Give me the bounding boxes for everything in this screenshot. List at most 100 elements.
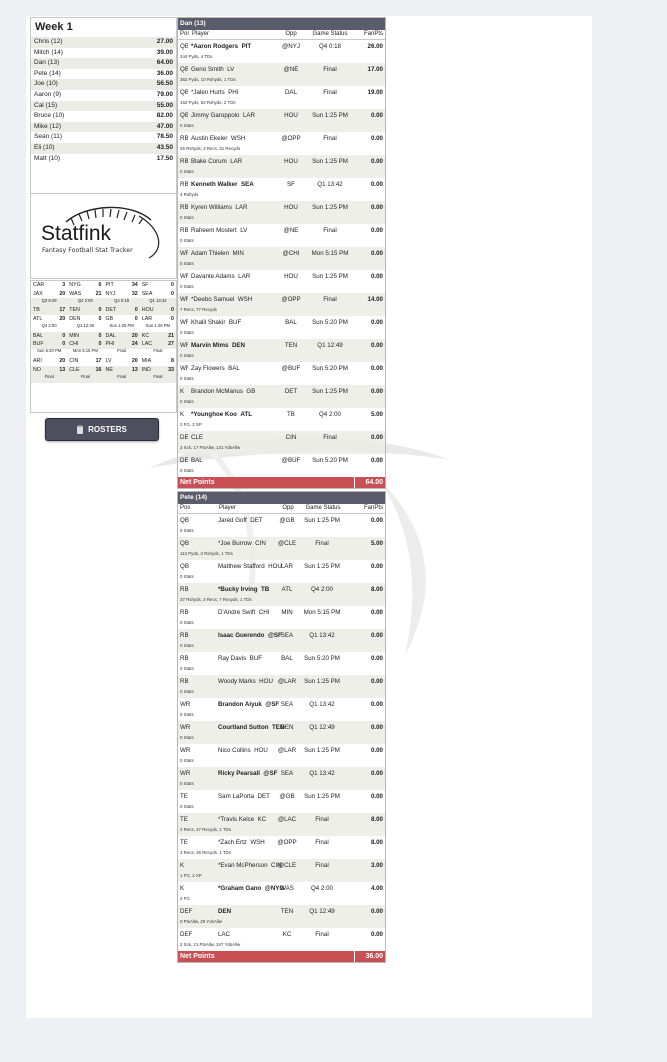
player-row[interactable]: WR Brandon Aiyuk @SF SEA Q1 13:42 0.00 0 Stat…: [178, 698, 385, 721]
team-score[interactable]: TB 17: [31, 306, 67, 315]
player-row[interactable]: DEFBAL @BUF Sun 5:20 PM 0.00 0 Stats: [178, 454, 385, 477]
player-row[interactable]: WRKhalil Shakir BUF BAL Sun 5:20 PM 0.00 0 S…: [178, 316, 385, 339]
team-points: 32: [131, 290, 138, 297]
player-row[interactable]: RB Isaac Guerendo @SF SEA Q1 13:42 0.00 0 Sta…: [178, 629, 385, 652]
player-row[interactable]: TE Sam LaPorta DET @GB Sun 1:25 PM 0.00 0 Sta…: [178, 790, 385, 813]
player-opponent: HOU: [284, 112, 298, 119]
player-row[interactable]: RB Kenneth Walker SEA SF Q1 13:42 0.00 4 Rshy…: [178, 178, 385, 201]
player-name: Brandon McManus: [191, 388, 243, 395]
player-row[interactable]: TE *Travis Kelce KC @LAC Final 8.00 2 Recs, 4…: [178, 813, 385, 836]
player-name: Zay Flowers: [191, 365, 225, 372]
game-status: Q1 13:42: [149, 297, 167, 303]
player-row[interactable]: TE *Zach Ertz WSH @OPP Final 8.00 3 Recs, 26 …: [178, 836, 385, 859]
standings-row[interactable]: Joe (10) 56.50: [31, 79, 176, 90]
player-row[interactable]: DEF DEN TEN Q1 12:49 0.00 0 PtsAllw, 29 YdsA…: [178, 905, 385, 928]
team-abbr: BAL: [33, 332, 44, 339]
game-status: Final: [315, 862, 329, 869]
player-row[interactable]: QB *Aaron Rodgers PIT @NYJ Q4 0:18 26.00 244 …: [178, 40, 385, 63]
fantasy-points: 14.00: [367, 296, 383, 303]
owner-name: Eli (10): [34, 143, 55, 151]
team-score[interactable]: TEN 0: [67, 306, 103, 315]
standings-row[interactable]: Dan (13) 64.00: [31, 58, 176, 69]
player-opponent: ATL: [281, 586, 293, 593]
team-score[interactable]: DAL 20: [104, 332, 140, 341]
player-row[interactable]: K *Evan McPherson CIN @CLE Final 3.00 1 FG, 2…: [178, 859, 385, 882]
game-status: Sun 5:20 PM: [312, 365, 348, 372]
fantasy-points: 8.00: [370, 586, 383, 593]
player-row[interactable]: RB Austin Ekeler WSH @OPP Final 0.00 26 Rshyd…: [178, 132, 385, 155]
team-score[interactable]: ARI 20: [31, 357, 67, 366]
player-row[interactable]: K *Younghoe Koo ATL TB Q4 2:00 5.00 2 FG, 2 X…: [178, 408, 385, 431]
col-opp: Opp: [282, 505, 294, 511]
player-row[interactable]: QB Matthew Stafford HOU LAR Sun 1:25 PM 0.00…: [178, 560, 385, 583]
player-row[interactable]: WRZay Flowers BAL @BUF Sun 5:20 PM 0.00 0 St…: [178, 362, 385, 385]
owner-score: 47.00: [156, 122, 173, 130]
team-title: Dan (13): [178, 18, 385, 30]
player-row[interactable]: K Brandon McManus GB DET Sun 1:25 PM 0.00 0 S…: [178, 385, 385, 408]
team-score[interactable]: CIN 17: [67, 357, 103, 366]
player-row[interactable]: RB Raheem Mostert LV @NE Final 0.00 0 Stats: [178, 224, 385, 247]
player-row[interactable]: K *Graham Gano @NYG WAS Q4 2:00 4.00 2 FG: [178, 882, 385, 905]
team-points: 13: [59, 366, 66, 373]
standings-row[interactable]: Bruce (10) 82.00: [31, 111, 176, 122]
game-status: Sun 1:25 PM: [312, 112, 348, 119]
player-row[interactable]: RB Kyren Williams LAR HOU Sun 1:25 PM 0.00 0 …: [178, 201, 385, 224]
player-row[interactable]: QB *Jalen Hurts PHI DAL Final 19.00 152 Pyds,…: [178, 86, 385, 109]
player-name: Brandon Aiyuk: [218, 701, 262, 708]
game-status: Final: [323, 89, 337, 96]
player-name: LAC: [218, 931, 231, 938]
player-opponent: @OPP: [277, 839, 297, 846]
player-opponent: LAR: [280, 563, 294, 570]
team-score[interactable]: MIN 0: [67, 332, 103, 341]
player-row[interactable]: WR Nico Collins HOU @LAR Sun 1:25 PM 0.00 0 S…: [178, 744, 385, 767]
standings-row[interactable]: Eli (10) 43.50: [31, 142, 176, 154]
fantasy-points: 0.00: [370, 678, 383, 685]
standings-row[interactable]: Sean (11) 78.50: [31, 132, 176, 143]
team-score[interactable]: CAR 3: [31, 281, 67, 290]
player-opponent: @OPP: [281, 296, 301, 303]
player-row[interactable]: RB *Bucky Irving TB ATL Q4 2:00 8.00 37 Rshyd…: [178, 583, 385, 606]
player-row[interactable]: RB Woody Marks HOU @LAR Sun 1:25 PM 0.00 0 St…: [178, 675, 385, 698]
team-score[interactable]: SF 0: [140, 281, 176, 290]
player-row[interactable]: DEF LAC KC Final 0.00 2 Sck, 21 PtsAllw, 347…: [178, 928, 385, 951]
player-row[interactable]: WR*Deebo Samuel WSH @OPP Final 14.00 7 Recs,…: [178, 293, 385, 316]
standings-row[interactable]: Mitch (14) 39.00: [31, 48, 176, 59]
player-row[interactable]: RB D'Andre Swift CHI MIN Mon 5:15 PM 0.00 0 S…: [178, 606, 385, 629]
rosters-button[interactable]: ROSTERS: [45, 418, 159, 441]
player-nfl-team: CHI: [258, 609, 270, 616]
team-score[interactable]: LV 20: [104, 357, 140, 366]
player-position: RB: [180, 655, 189, 662]
player-stat-line: 7 Recs, 77 Recyds: [180, 307, 217, 312]
player-row[interactable]: QB Geno Smith LV @NE Final 17.00 362 Pyds, 10…: [178, 63, 385, 86]
standings-row[interactable]: Pete (14) 36.00: [31, 69, 176, 80]
player-row[interactable]: WRDavante Adams LAR HOU Sun 1:25 PM 0.00 0 S…: [178, 270, 385, 293]
player-row[interactable]: WR Ricky Pearsall @SF SEA Q1 13:42 0.00 0 Sta…: [178, 767, 385, 790]
standings-row[interactable]: Aaron (9) 79.00: [31, 90, 176, 101]
team-score[interactable]: DET 0: [104, 306, 140, 315]
player-row[interactable]: WR Courtland Sutton TEN DEN Q1 12:49 0.00 0 S…: [178, 721, 385, 744]
team-points: 16: [95, 366, 102, 373]
player-row[interactable]: QB Jimmy Garoppolo LAR HOU Sun 1:25 PM 0.00 0…: [178, 109, 385, 132]
standings-row[interactable]: Matt (10) 17.50: [31, 154, 176, 165]
fantasy-points: 0.00: [370, 342, 383, 349]
player-row[interactable]: DEFCLE CIN Final 0.00 3 Sck, 17 PtsAllw, 14…: [178, 431, 385, 454]
team-score[interactable]: NYG 6: [67, 281, 103, 290]
team-score[interactable]: BAL 0: [31, 332, 67, 341]
standings-row[interactable]: Chris (12) 27.00: [31, 37, 176, 48]
player-row[interactable]: RB Ray Davis BUF BAL Sun 5:20 PM 0.00 0 Stats: [178, 652, 385, 675]
team-score[interactable]: KC 21: [140, 332, 176, 341]
team-score[interactable]: MIA 8: [140, 357, 176, 366]
player-row[interactable]: QB Jared Goff DET @GB Sun 1:25 PM 0.00 0 Stat…: [178, 514, 385, 537]
team-score[interactable]: HOU 0: [140, 306, 176, 315]
team-points: 33: [168, 366, 174, 373]
team-score[interactable]: PIT 34: [104, 281, 140, 290]
owner-name: Bruce (10): [34, 112, 65, 120]
player-row[interactable]: RB Blake Corum LAR HOU Sun 1:25 PM 0.00 0 Sta…: [178, 155, 385, 178]
fantasy-points: 3.00: [370, 862, 383, 869]
game-status: Final: [315, 839, 329, 846]
player-row[interactable]: WRAdam Thielen MIN @CHI Mon 5:15 PM 0.00 0 S…: [178, 247, 385, 270]
standings-row[interactable]: Cal (15) 55.00: [31, 100, 176, 112]
player-row[interactable]: WRMarvin Mims DEN TEN Q1 12:49 0.00 0 Stats: [178, 339, 385, 362]
player-row[interactable]: QB *Joe Burrow CIN @CLE Final 5.00 113 Pyds, …: [178, 537, 385, 560]
standings-row[interactable]: Mike (12) 47.00: [31, 121, 176, 133]
